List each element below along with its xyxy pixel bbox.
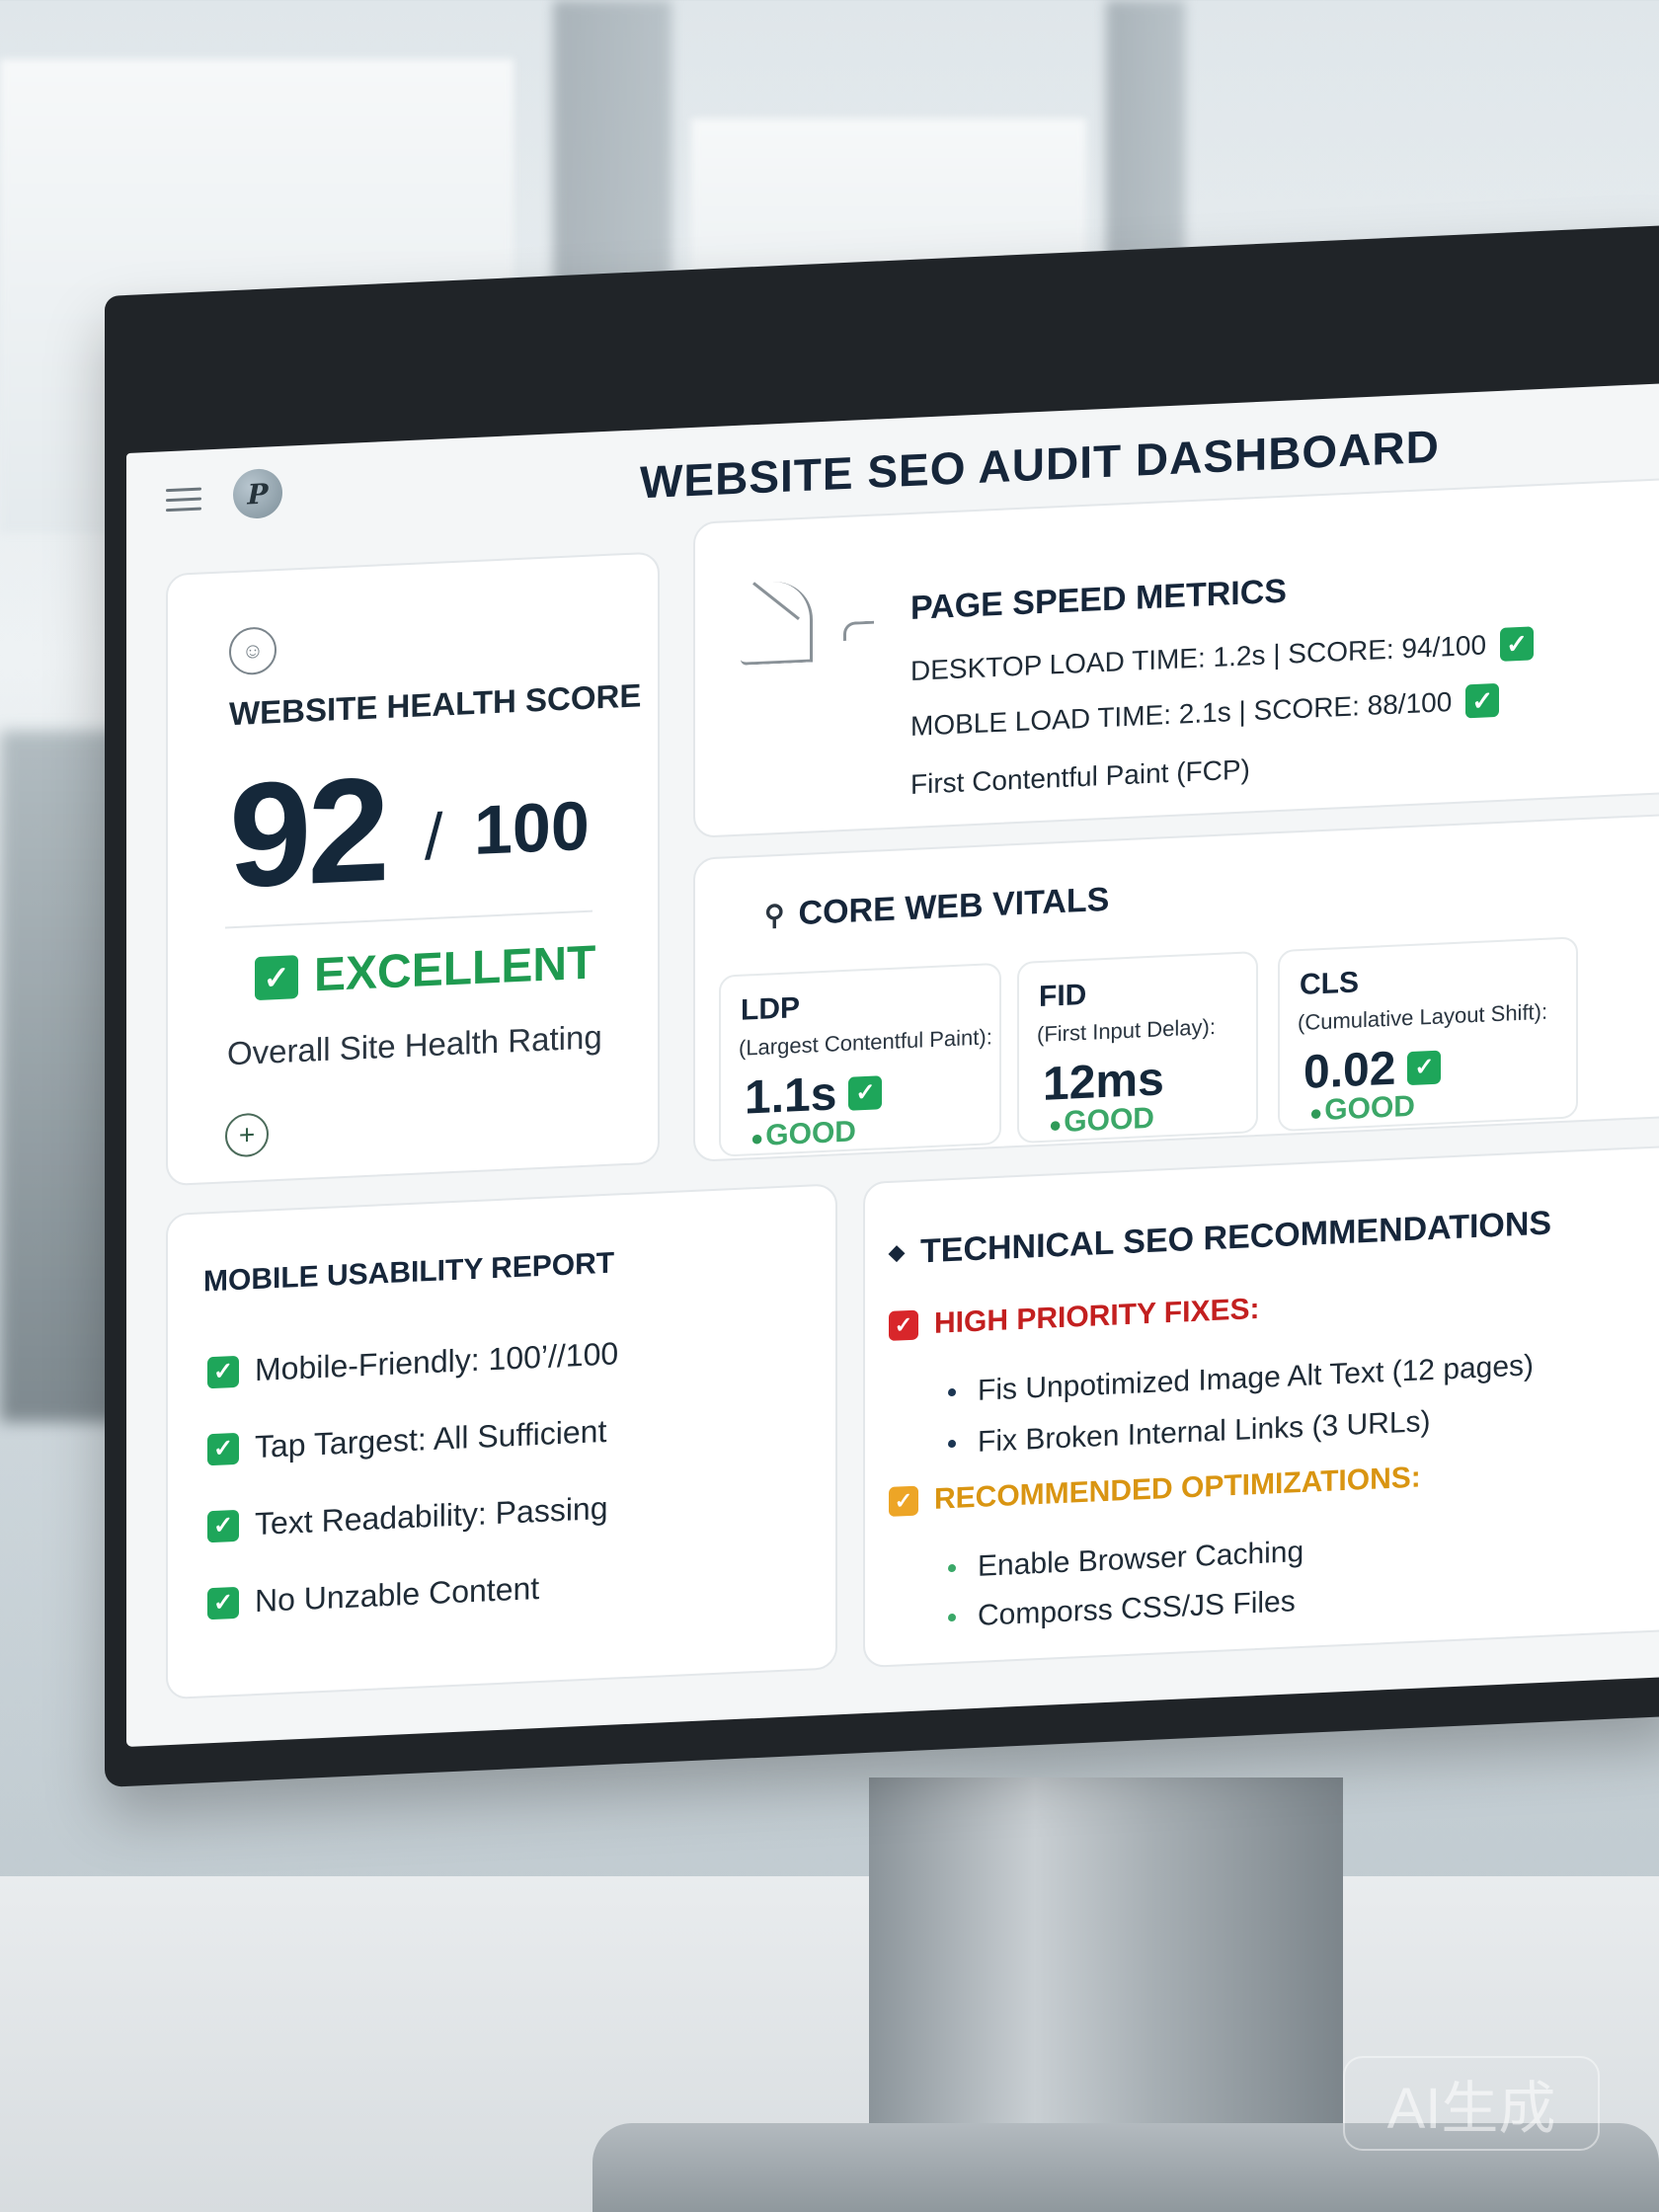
list-item: ✓ Text Readability: Passing — [207, 1490, 608, 1544]
metric-status-label: GOOD — [1324, 1089, 1415, 1127]
high-priority-header: ✓ HIGH PRIORITY FIXES: — [889, 1293, 1260, 1343]
health-score-card: ☺ WEBSITE HEALTH SCORE 92 / 100 ✓ EXCELL… — [166, 551, 660, 1187]
check-icon: ✓ — [207, 1432, 239, 1465]
metric-abbr: CLS — [1300, 966, 1359, 1002]
recommendation-label: Comporss CSS/JS Files — [978, 1585, 1296, 1632]
core-web-vitals-title: CORE WEB VITALS — [798, 880, 1110, 933]
bullet-icon — [948, 1387, 956, 1397]
pin-icon: ⚲ — [764, 899, 785, 931]
check-icon: ✓ — [1407, 1050, 1442, 1085]
recommendation-item[interactable]: Fix Broken Internal Links (3 URLs) — [948, 1405, 1431, 1461]
dashboard-screen: P WEBSITE SEO AUDIT DASHBOARD ☺ WEBSITE … — [126, 382, 1659, 1748]
list-item: ✓ Tap Targest: All Sufficient — [207, 1413, 606, 1467]
list-item-label: Mobile-Friendly: 100’//100 — [255, 1335, 619, 1388]
health-rating-subtitle: Overall Site Health Rating — [227, 1018, 602, 1072]
check-icon: ✓ — [255, 954, 298, 1000]
check-icon: ✓ — [1500, 626, 1535, 662]
list-item-label: No Unzable Content — [255, 1570, 540, 1620]
list-item: ✓ No Unzable Content — [207, 1570, 539, 1621]
core-web-vitals-title-row: ⚲ CORE WEB VITALS — [764, 881, 1109, 935]
leaf-icon: ● — [1309, 1099, 1323, 1126]
metric-status: ●GOOD — [1309, 1090, 1415, 1129]
monitor: P WEBSITE SEO AUDIT DASHBOARD ☺ WEBSITE … — [105, 224, 1659, 1787]
health-rating-label: EXCELLENT — [314, 936, 596, 1002]
logo-icon[interactable]: P — [233, 467, 282, 520]
mobile-usability-card: MOBILE USABILITY REPORT ✓ Mobile-Friendl… — [166, 1183, 837, 1700]
leaf-icon: ● — [1049, 1111, 1063, 1138]
diamond-icon — [888, 1244, 906, 1262]
recommendation-label: Enable Browser Caching — [978, 1535, 1304, 1583]
metric-status: ●GOOD — [750, 1115, 856, 1153]
check-icon: ✓ — [207, 1586, 239, 1620]
check-icon: ✓ — [207, 1509, 239, 1542]
metric-card-fid[interactable]: FID (First Input Delay): 12ms ●GOOD — [1017, 950, 1258, 1145]
recommendation-item[interactable]: Comporss CSS/JS Files — [948, 1585, 1296, 1634]
health-score-label: WEBSITE HEALTH SCORE — [229, 676, 642, 733]
watermark: AI生成 — [1343, 2056, 1600, 2151]
recommendation-label: Fis Unpotimized Image Alt Text (12 pages… — [978, 1349, 1535, 1407]
recommendation-label: Fix Broken Internal Links (3 URLs) — [978, 1405, 1431, 1459]
metric-value-row: 1.1s ✓ — [745, 1065, 883, 1125]
recommended-header: ✓ RECOMMENDED OPTIMIZATIONS: — [889, 1461, 1421, 1518]
metric-card-cls[interactable]: CLS (Cumulative Layout Shift): 0.02 ✓ ●G… — [1278, 936, 1578, 1133]
metric-status-label: GOOD — [765, 1115, 856, 1152]
bullet-icon — [948, 1563, 956, 1573]
bullet-icon — [948, 1613, 956, 1622]
list-item-label: Tap Targest: All Sufficient — [255, 1412, 607, 1465]
technical-seo-card: TECHNICAL SEO RECOMMENDATIONS ✓ HIGH PRI… — [863, 1140, 1659, 1669]
health-score-value: 92 — [229, 746, 386, 919]
check-icon: ✓ — [207, 1355, 239, 1388]
add-icon[interactable]: + — [225, 1112, 269, 1158]
page-speed-title: PAGE SPEED METRICS — [910, 572, 1287, 627]
bullet-icon — [948, 1439, 956, 1449]
metric-card-lcp[interactable]: LDP (Largest Contentful Paint): 1.1s ✓ ●… — [719, 962, 1001, 1157]
metric-abbr: LDP — [741, 991, 800, 1027]
mobile-load-row: MOBLE LOAD TIME: 2.1s | SCORE: 88/100 ✓ — [910, 682, 1500, 744]
list-item: ✓ Mobile-Friendly: 100’//100 — [207, 1335, 618, 1390]
check-icon: ✓ — [848, 1074, 883, 1111]
metric-status: ●GOOD — [1049, 1102, 1154, 1141]
check-icon: ✓ — [889, 1485, 918, 1517]
metric-full-name: (First Input Delay): — [1037, 1013, 1216, 1048]
menu-icon[interactable] — [166, 487, 201, 515]
technical-seo-title: TECHNICAL SEO RECOMMENDATIONS — [920, 1204, 1552, 1271]
core-web-vitals-card: ⚲ CORE WEB VITALS LDP (Largest Contentfu… — [693, 808, 1659, 1162]
recommendation-item[interactable]: Fis Unpotimized Image Alt Text (12 pages… — [948, 1349, 1534, 1409]
health-rating: ✓ EXCELLENT — [255, 935, 595, 1005]
recommendation-item[interactable]: Enable Browser Caching — [948, 1536, 1304, 1585]
high-priority-label: HIGH PRIORITY FIXES: — [934, 1292, 1260, 1340]
gauge-icon — [843, 620, 874, 642]
health-score-slash: / — [425, 799, 443, 874]
list-item-label: Text Readability: Passing — [255, 1489, 608, 1542]
mobile-usability-title: MOBILE USABILITY REPORT — [203, 1246, 615, 1299]
tool-icon — [741, 580, 813, 666]
health-score-max: 100 — [474, 786, 590, 870]
metric-abbr: FID — [1039, 978, 1087, 1014]
alert-icon: ✓ — [889, 1309, 918, 1341]
smile-icon: ☺ — [229, 626, 276, 676]
leaf-icon: ● — [750, 1125, 764, 1151]
fcp-text: First Contentful Paint (FCP) — [910, 753, 1250, 800]
desktop-load-row: DESKTOP LOAD TIME: 1.2s | SCORE: 94/100 … — [910, 626, 1535, 688]
metric-status-label: GOOD — [1064, 1101, 1154, 1139]
mobile-load-text: MOBLE LOAD TIME: 2.1s | SCORE: 88/100 — [910, 686, 1453, 742]
technical-seo-title-row: TECHNICAL SEO RECOMMENDATIONS — [888, 1204, 1552, 1272]
check-icon: ✓ — [1465, 682, 1500, 719]
metric-full-name: (Largest Contentful Paint): — [739, 1024, 992, 1061]
desktop-load-text: DESKTOP LOAD TIME: 1.2s | SCORE: 94/100 — [910, 629, 1487, 686]
metric-full-name: (Cumulative Layout Shift): — [1298, 998, 1548, 1036]
fcp-row: First Contentful Paint (FCP) — [910, 753, 1250, 801]
page-speed-card: PAGE SPEED METRICS DESKTOP LOAD TIME: 1.… — [693, 472, 1659, 838]
recommended-label: RECOMMENDED OPTIMIZATIONS: — [934, 1461, 1421, 1516]
